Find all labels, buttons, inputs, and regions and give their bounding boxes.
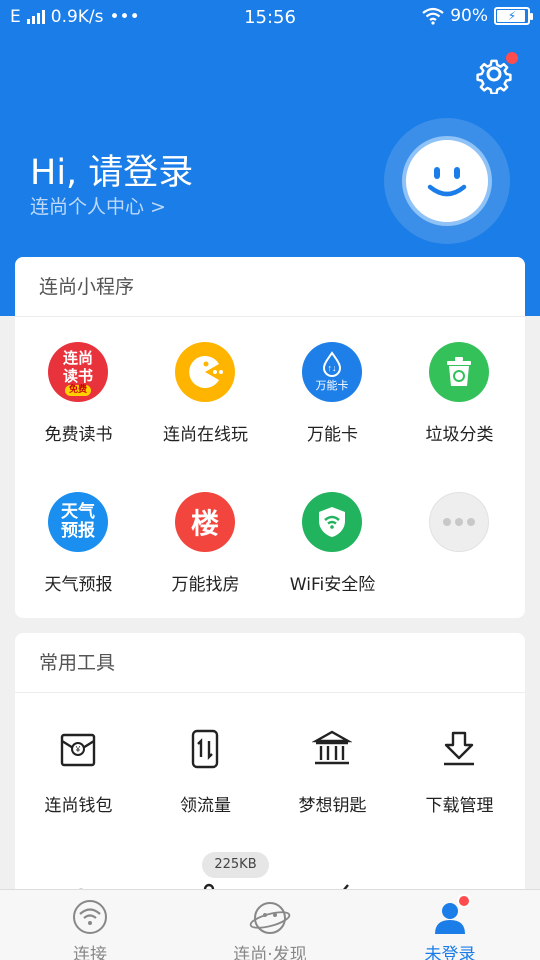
download-size-badge: 225KB (202, 852, 269, 878)
mini-programs-card: 连尚小程序 连尚读书 免费 免费读书 连尚在线玩 ↑↓ 万能卡 万能卡 垃圾分类… (15, 257, 525, 618)
tab-not-logged-in[interactable]: 未登录 (360, 890, 540, 960)
avatar[interactable] (384, 118, 510, 244)
tool-label: 领流量 (180, 796, 231, 816)
mini-program-label: 万能找房 (171, 575, 240, 595)
house-icon: 楼 (175, 492, 235, 552)
wifi-shield-icon (302, 492, 362, 552)
book-icon: 连尚读书 免费 (48, 342, 108, 402)
settings-badge (506, 52, 518, 64)
svg-text:¥: ¥ (75, 745, 81, 754)
tab-connect[interactable]: 连接 (0, 890, 180, 960)
traffic-icon (191, 729, 219, 769)
weather-icon: 天气预报 (48, 492, 108, 552)
game-icon (175, 342, 235, 402)
mini-program-label: 天气预报 (44, 575, 113, 595)
book-icon-text: 连尚读书 (62, 348, 93, 385)
settings-button[interactable] (474, 52, 518, 95)
tool-label: 下载管理 (425, 796, 494, 816)
data-card-icon-text: 万能卡 (315, 379, 349, 392)
more-icon (429, 492, 489, 552)
login-prompt[interactable]: Hi, 请登录 (30, 144, 193, 195)
download-icon (444, 731, 474, 766)
wallet-icon: ¥ (60, 733, 96, 767)
tool-label: 连尚钱包 (44, 796, 113, 816)
svg-text:↑↓: ↑↓ (328, 363, 337, 373)
planet-face-icon (249, 902, 291, 934)
wifi-icon (73, 900, 107, 934)
user-badge (457, 894, 471, 908)
mini-program-label: 连尚在线玩 (163, 425, 248, 445)
status-bar: E 0.9K/s ••• 15:56 90% ⚡ (0, 0, 540, 34)
wifi-status-icon (422, 7, 444, 25)
tool-label: 梦想钥匙 (298, 796, 367, 816)
trash-icon (429, 342, 489, 402)
house-icon-text: 楼 (190, 507, 219, 540)
book-icon-badge: 免费 (64, 384, 91, 396)
smiley-icon (427, 167, 467, 197)
profile-center-link[interactable]: 连尚个人中心 > (30, 192, 166, 219)
data-card-icon: ↑↓ 万能卡 (302, 342, 362, 402)
tab-label: 连尚·发现 (233, 945, 307, 960)
mini-program-label: 万能卡 (307, 425, 358, 445)
mini-program-label: WiFi安全险 (289, 575, 376, 595)
mini-program-label: 垃圾分类 (425, 425, 494, 445)
tab-label: 连接 (73, 945, 107, 960)
bottom-tab-bar: 连接 连尚·发现 未登录 (0, 889, 540, 960)
weather-icon-text: 天气预报 (61, 502, 95, 541)
tab-label: 未登录 (424, 945, 476, 960)
tab-discover[interactable]: 连尚·发现 (180, 890, 360, 960)
bank-icon (312, 730, 352, 765)
battery-percent: 90% (450, 6, 488, 26)
mini-program-label: 免费读书 (44, 425, 113, 445)
section-title: 常用工具 (15, 633, 525, 693)
tools-card: 常用工具 ¥ 连尚钱包 领流量 梦想钥匙 下载管理 (15, 633, 525, 933)
battery-icon: ⚡ (494, 7, 533, 25)
section-title: 连尚小程序 (15, 257, 525, 317)
